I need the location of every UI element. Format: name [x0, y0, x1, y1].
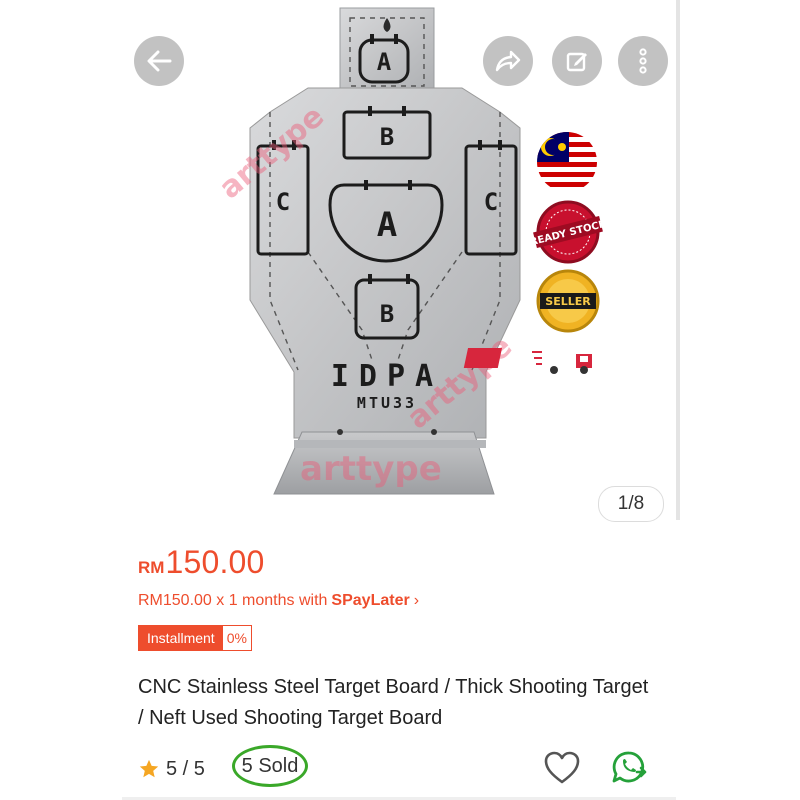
- edit-button[interactable]: [552, 36, 602, 86]
- installment-label: Installment: [139, 626, 223, 650]
- spaylater-prefix: RM150.00 x 1 months with: [138, 592, 328, 609]
- zone-b-top-label: B: [380, 123, 394, 151]
- zone-b-low-label: B: [380, 300, 394, 328]
- malaysia-flag-icon: [537, 132, 597, 192]
- zone-c-right-label: C: [484, 188, 498, 216]
- product-page: A B C A C B IDPA MTU33 arttype arttype a…: [0, 0, 800, 800]
- back-arrow-icon: [147, 50, 172, 72]
- installment-rate: 0%: [222, 626, 251, 650]
- spaylater-link[interactable]: RM150.00 x 1 months with SPayLater ›: [138, 592, 419, 610]
- product-title: CNC Stainless Steel Target Board / Thick…: [138, 676, 649, 729]
- star-icon: [139, 759, 159, 778]
- like-button[interactable]: [543, 750, 581, 786]
- back-button[interactable]: [134, 36, 184, 86]
- chevron-right-icon: ›: [413, 592, 420, 609]
- ready-stock-badge-icon: READY STOCK: [529, 200, 609, 264]
- share-button[interactable]: [483, 36, 533, 86]
- scroll-edge: [676, 0, 680, 520]
- zone-c-left-label: C: [276, 188, 290, 216]
- image-counter: 1/8: [598, 486, 664, 522]
- sold-count: 5 Sold: [232, 745, 308, 787]
- left-margin: [0, 0, 120, 800]
- watermark-3: arttype: [300, 449, 442, 489]
- more-vertical-icon: [639, 48, 647, 74]
- rating-score: 5 / 5: [166, 757, 205, 780]
- right-margin: [678, 0, 800, 800]
- zone-a-mid-label: A: [377, 205, 397, 245]
- rating-row: 5 / 5: [138, 754, 205, 784]
- price-currency: RM: [138, 558, 165, 577]
- edit-icon: [566, 52, 587, 72]
- seller-badge-icon: SELLER: [536, 269, 600, 333]
- installment-badge: Installment 0%: [138, 625, 252, 651]
- share-icon: [495, 50, 521, 72]
- whatsapp-share-button[interactable]: [611, 750, 651, 788]
- zone-a-top-label: A: [377, 48, 392, 76]
- product-image-gallery[interactable]: A B C A C B IDPA MTU33 arttype arttype a…: [122, 0, 676, 532]
- price-value: 150.00: [165, 544, 265, 580]
- more-options-button[interactable]: [618, 36, 668, 86]
- fast-text: FAST: [548, 350, 576, 361]
- whatsapp-icon: [612, 751, 647, 783]
- heart-icon: [544, 751, 580, 784]
- price: RM 150.00: [138, 544, 265, 588]
- spaylater-brand: SPayLater: [331, 592, 410, 609]
- seller-text: SELLER: [545, 295, 591, 308]
- sold-count-text: 5 Sold: [241, 754, 299, 777]
